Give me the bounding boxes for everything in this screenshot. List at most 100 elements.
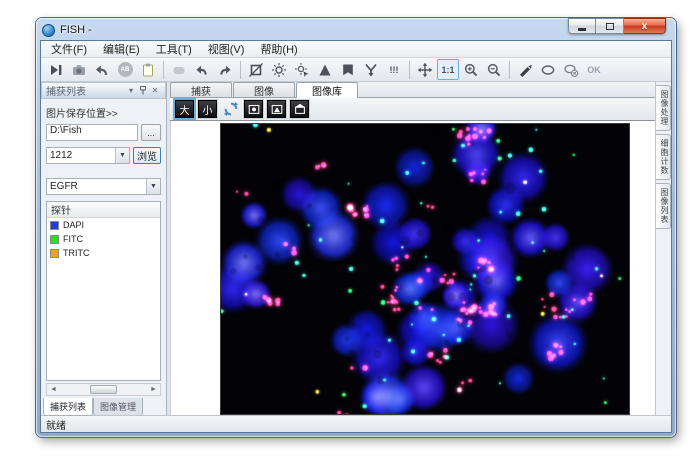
save-icon: [171, 62, 187, 78]
pan-button[interactable]: [414, 59, 436, 80]
flag-icon: [340, 62, 356, 78]
rotate-right-icon: [217, 62, 233, 78]
probe-list: 探针 DAPI FITC TRITC: [46, 201, 161, 381]
menu-bar: 文件(F) 编辑(E) 工具(T) 视图(V) 帮助(H): [41, 41, 671, 58]
close-button[interactable]: x: [624, 18, 666, 34]
tab-capture-list[interactable]: 捕获列表: [43, 398, 93, 416]
content-area: 捕获列表 ▾ ✕ 图片保存位置>> D:\Fish ...: [41, 82, 671, 415]
probe-panel-value: EGFR: [47, 181, 146, 192]
crop-icon: [248, 62, 264, 78]
contrast-adjust-button[interactable]: [291, 59, 313, 80]
probe-panel-combobox[interactable]: EGFR ▼: [46, 178, 161, 195]
save-disabled-button[interactable]: [168, 59, 190, 80]
delete-region-button[interactable]: [560, 59, 582, 80]
ab-compare-button[interactable]: AB: [114, 59, 136, 80]
case-name-value: 1212: [47, 150, 115, 161]
warning-marks-button[interactable]: !!!: [383, 59, 405, 80]
pen-icon: [517, 62, 533, 78]
chevron-down-icon[interactable]: ▾: [125, 85, 137, 97]
boxed-camera-icon: [247, 102, 261, 116]
gallery-home-button[interactable]: [290, 100, 309, 118]
ok-button[interactable]: OK: [583, 59, 605, 80]
gallery-camera-button[interactable]: [244, 100, 263, 118]
undo-button[interactable]: [91, 59, 113, 80]
actual-size-button[interactable]: 1:1: [437, 59, 459, 80]
save-path-input[interactable]: D:\Fish: [46, 124, 138, 141]
capture-list-panel-title: 捕获列表: [46, 83, 125, 98]
maximize-button[interactable]: [596, 18, 624, 34]
tab-image[interactable]: 图像: [233, 82, 295, 97]
maximize-icon: [606, 23, 614, 30]
menu-file[interactable]: 文件(F): [43, 40, 95, 58]
case-name-combobox[interactable]: 1212 ▼: [46, 147, 130, 164]
zoom-in-button[interactable]: [460, 59, 482, 80]
rotate-right-button[interactable]: [214, 59, 236, 80]
refresh-button[interactable]: [221, 100, 240, 118]
marker-pen-button[interactable]: [514, 59, 536, 80]
brightness-button[interactable]: [268, 59, 290, 80]
client-area: 文件(F) 编辑(E) 工具(T) 视图(V) 帮助(H) AB: [40, 40, 672, 433]
app-window: FISH - x 文件(F) 编辑(E) 工具(T) 视图(V) 帮助(H): [36, 18, 676, 437]
flag-button[interactable]: [337, 59, 359, 80]
chevron-down-icon[interactable]: ▼: [146, 179, 160, 194]
merge-button[interactable]: [360, 59, 382, 80]
pin-icon[interactable]: [137, 85, 149, 97]
tab-capture[interactable]: 捕获: [170, 82, 232, 97]
step-forward-button[interactable]: [45, 59, 67, 80]
zoom-out-button[interactable]: [483, 59, 505, 80]
pan-icon: [417, 62, 433, 78]
list-item[interactable]: TRITC: [47, 246, 160, 260]
tab-cell-counting[interactable]: 细胞计数: [656, 134, 671, 180]
camera-icon: [71, 62, 87, 78]
chevron-down-icon[interactable]: ▼: [115, 148, 129, 163]
ellipse-icon: [540, 62, 556, 78]
menu-help[interactable]: 帮助(H): [252, 40, 305, 58]
tab-image-library[interactable]: 图像库: [296, 82, 358, 98]
rotate-left-button[interactable]: [191, 59, 213, 80]
path-ellipsis-button[interactable]: ...: [141, 124, 161, 141]
scroll-right-icon[interactable]: ►: [147, 384, 160, 395]
view-tabs: 捕获 图像 图像库: [170, 82, 655, 98]
clipboard-button[interactable]: [137, 59, 159, 80]
scrollbar-thumb[interactable]: [90, 385, 118, 394]
crop-button[interactable]: [245, 59, 267, 80]
ellipse-region-button[interactable]: [537, 59, 559, 80]
fish-micrograph-image[interactable]: [220, 123, 630, 415]
dock-bottom-tabs: 捕获列表 图像管理: [41, 398, 166, 415]
menu-view[interactable]: 视图(V): [200, 40, 253, 58]
close-icon[interactable]: ✕: [149, 85, 161, 97]
horizontal-scrollbar[interactable]: ◄ ►: [46, 383, 161, 396]
boxed-picture-icon: [270, 102, 284, 116]
scrollbar-track[interactable]: [60, 384, 147, 395]
minimize-button[interactable]: [568, 18, 596, 34]
capture-list-panel-body: 图片保存位置>> D:\Fish ... 1212 ▼ 浏览: [41, 99, 166, 398]
capture-camera-button[interactable]: [68, 59, 90, 80]
titlebar[interactable]: FISH -: [42, 21, 92, 39]
undo-icon: [94, 62, 110, 78]
sharpen-button[interactable]: [314, 59, 336, 80]
thumbnail-large-button[interactable]: 大: [175, 100, 194, 118]
capture-list-panel: 捕获列表 ▾ ✕ 图片保存位置>> D:\Fish ...: [41, 82, 167, 415]
menu-tools[interactable]: 工具(T): [148, 40, 200, 58]
scroll-left-icon[interactable]: ◄: [47, 384, 60, 395]
menu-edit[interactable]: 编辑(E): [95, 40, 148, 58]
gallery-picture-button[interactable]: [267, 100, 286, 118]
merge-arrows-icon: [363, 62, 379, 78]
right-tab-strip: 图像处理 细胞计数 图像列表: [655, 82, 671, 415]
dapi-color-swatch: [50, 221, 59, 230]
list-item[interactable]: DAPI: [47, 218, 160, 232]
browse-button[interactable]: 浏览: [133, 147, 161, 164]
list-item[interactable]: FITC: [47, 232, 160, 246]
one-to-one-icon: 1:1: [441, 65, 454, 75]
toolbar-separator: [509, 61, 510, 79]
refresh-icon: [223, 101, 239, 117]
zoom-out-icon: [486, 62, 502, 78]
tab-image-processing[interactable]: 图像处理: [656, 85, 671, 131]
desktop: FISH - x 文件(F) 编辑(E) 工具(T) 视图(V) 帮助(H): [0, 0, 690, 460]
tab-image-management[interactable]: 图像管理: [93, 398, 143, 416]
contrast-adjust-icon: [294, 62, 310, 78]
image-canvas-area[interactable]: [170, 121, 655, 415]
tab-image-list[interactable]: 图像列表: [656, 183, 671, 229]
thumbnail-small-button[interactable]: 小: [198, 100, 217, 118]
ok-icon: OK: [587, 65, 601, 75]
